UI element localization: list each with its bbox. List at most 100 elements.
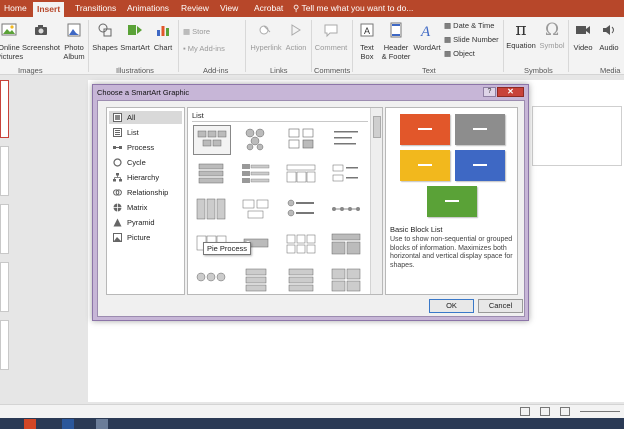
layout-basic-block-list[interactable] bbox=[193, 125, 231, 155]
layout-tab-list[interactable] bbox=[328, 265, 366, 294]
tab-insert[interactable]: Insert bbox=[33, 2, 65, 17]
close-button[interactable]: ✕ bbox=[497, 87, 524, 97]
store-label: Store bbox=[192, 27, 211, 36]
layout-lined-list[interactable] bbox=[238, 160, 276, 190]
slide-thumbnail[interactable] bbox=[0, 262, 9, 312]
date-time-button[interactable]: ▦ Date & Time bbox=[444, 21, 494, 31]
omega-icon: Ω bbox=[544, 20, 560, 40]
layout-circle-accent-list[interactable] bbox=[193, 265, 231, 294]
text-box-button[interactable]: A Text Box bbox=[356, 21, 378, 61]
slide-thumbnail[interactable] bbox=[0, 204, 9, 254]
tab-view[interactable]: View bbox=[216, 0, 242, 17]
object-button[interactable]: ▦ Object bbox=[444, 49, 475, 59]
layout-picture-accent-list[interactable] bbox=[328, 195, 366, 225]
content-placeholder[interactable] bbox=[532, 106, 622, 166]
slide-thumbnail[interactable] bbox=[0, 80, 9, 138]
online-pictures-icon bbox=[1, 23, 17, 36]
layout-table-list[interactable] bbox=[283, 160, 321, 190]
layout-stacked-rows[interactable] bbox=[283, 265, 321, 294]
gallery-scrollbar[interactable] bbox=[370, 108, 382, 294]
store-button[interactable]: ▦ Store bbox=[183, 27, 210, 37]
tab-home[interactable]: Home bbox=[0, 0, 31, 17]
category-list-item[interactable]: List bbox=[109, 126, 182, 139]
preview-block bbox=[400, 150, 450, 181]
online-pictures-button[interactable]: Online Pictures bbox=[0, 21, 24, 61]
app-taskbar-icon[interactable] bbox=[96, 419, 108, 429]
audio-button[interactable]: Audio bbox=[597, 21, 621, 52]
layout-square-accent-list[interactable] bbox=[283, 195, 321, 225]
slide-number-button[interactable]: ▦ Slide Number bbox=[444, 35, 499, 45]
layout-descending-block-list[interactable] bbox=[283, 230, 321, 260]
category-all[interactable]: All bbox=[109, 111, 182, 124]
wordart-button[interactable]: A WordArt bbox=[412, 21, 442, 52]
category-relationship[interactable]: Relationship bbox=[109, 186, 182, 199]
category-matrix[interactable]: Matrix bbox=[109, 201, 182, 214]
layout-hexagon-list[interactable] bbox=[238, 125, 276, 155]
tab-review[interactable]: Review bbox=[177, 0, 213, 17]
category-label: Pyramid bbox=[127, 218, 155, 227]
slide-sorter-icon[interactable] bbox=[540, 407, 550, 416]
group-addins: Add-ins bbox=[203, 66, 229, 75]
tell-me-box[interactable]: ⚲ Tell me what you want to do... bbox=[293, 0, 413, 17]
photo-album-button[interactable]: Photo Album bbox=[62, 21, 86, 61]
layout-bullet-list[interactable] bbox=[328, 125, 366, 155]
category-label: Hierarchy bbox=[127, 173, 160, 182]
tab-transitions[interactable]: Transitions bbox=[71, 0, 120, 17]
svg-text:A: A bbox=[420, 24, 431, 39]
pyramid-icon bbox=[113, 218, 122, 227]
ok-button[interactable]: OK bbox=[429, 299, 474, 313]
reading-view-icon[interactable] bbox=[560, 407, 570, 416]
video-button[interactable]: Video bbox=[571, 21, 595, 52]
normal-view-icon[interactable] bbox=[520, 407, 530, 416]
cancel-button[interactable]: Cancel bbox=[478, 299, 523, 313]
smartart-icon bbox=[128, 25, 142, 35]
category-cycle[interactable]: Cycle bbox=[109, 156, 182, 169]
layout-grouped-list[interactable] bbox=[283, 125, 321, 155]
preview-pane: Basic Block List Use to show non-sequent… bbox=[385, 107, 518, 295]
category-label: All bbox=[127, 113, 136, 122]
help-button[interactable]: ? bbox=[483, 87, 496, 97]
online-pictures-label: Online Pictures bbox=[0, 43, 24, 61]
smartart-button[interactable]: SmartArt bbox=[120, 21, 150, 52]
category-process[interactable]: Process bbox=[109, 141, 182, 154]
zoom-slider[interactable] bbox=[580, 411, 620, 412]
camera-icon bbox=[35, 25, 47, 35]
group-media: Media bbox=[600, 66, 621, 75]
video-label: Video bbox=[573, 43, 593, 52]
layout-vertical-bullet-list[interactable] bbox=[328, 160, 366, 190]
scrollbar-thumb[interactable] bbox=[373, 116, 381, 138]
tab-animations[interactable]: Animations bbox=[123, 0, 173, 17]
action-button[interactable]: Action bbox=[284, 21, 308, 52]
symbol-button[interactable]: Ω Symbol bbox=[538, 21, 566, 50]
word-taskbar-icon[interactable] bbox=[62, 419, 74, 429]
hyperlink-button[interactable]: Hyperlink bbox=[249, 21, 283, 52]
comment-button[interactable]: Comment bbox=[313, 21, 349, 52]
equation-button[interactable]: π Equation bbox=[505, 21, 537, 50]
category-hierarchy[interactable]: Hierarchy bbox=[109, 171, 182, 184]
layout-vertical-box-list[interactable] bbox=[193, 195, 231, 225]
slide-thumbnail[interactable] bbox=[0, 320, 9, 370]
layout-horizontal-bullet-list[interactable] bbox=[238, 195, 276, 225]
group-symbols: Symbols bbox=[524, 66, 553, 75]
action-label: Action bbox=[285, 43, 307, 52]
hierarchy-icon bbox=[113, 173, 122, 182]
audio-label: Audio bbox=[599, 43, 619, 52]
layout-table-hierarchy[interactable] bbox=[328, 230, 366, 260]
screenshot-button[interactable]: Screenshot bbox=[22, 21, 60, 52]
category-label: Cycle bbox=[127, 158, 146, 167]
category-pyramid[interactable]: Pyramid bbox=[109, 216, 182, 229]
slide-thumbnail[interactable] bbox=[0, 146, 9, 196]
category-picture[interactable]: Picture bbox=[109, 231, 182, 244]
powerpoint-taskbar-icon[interactable] bbox=[24, 419, 36, 429]
comment-label: Comment bbox=[314, 43, 348, 52]
tab-acrobat[interactable]: Acrobat bbox=[250, 0, 287, 17]
layout-stacked-list[interactable] bbox=[193, 160, 231, 190]
matrix-icon bbox=[113, 203, 122, 212]
shapes-button[interactable]: Shapes bbox=[92, 21, 118, 52]
smartart-dialog: Choose a SmartArt Graphic ? ✕ All List P… bbox=[92, 84, 529, 321]
layout-segmented-list[interactable] bbox=[238, 265, 276, 294]
chart-button[interactable]: Chart bbox=[151, 21, 175, 52]
header-footer-button[interactable]: Header & Footer bbox=[380, 21, 412, 61]
my-addins-button[interactable]: ▪ My Add-ins bbox=[183, 44, 225, 54]
group-separator bbox=[178, 20, 179, 72]
